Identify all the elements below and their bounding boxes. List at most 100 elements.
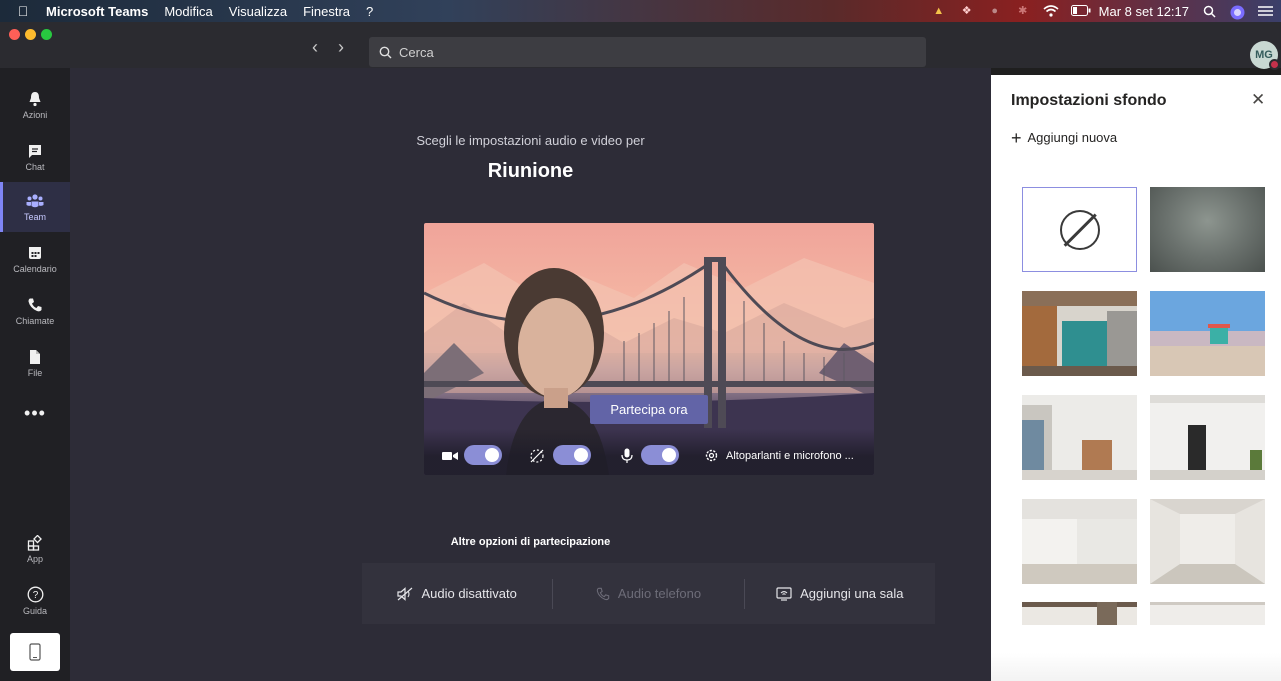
back-arrow-icon[interactable]: ‹	[312, 38, 318, 56]
rail-item-chat[interactable]: Chat	[0, 132, 70, 182]
rail-label: File	[27, 367, 43, 378]
menu-bar-tray: ▲ ❖ ● ✱ Mar 8 set 12:17	[931, 0, 1273, 22]
speaker-off-icon	[397, 586, 413, 601]
presence-status-icon	[1269, 59, 1280, 70]
room-1-thumbnail	[1022, 395, 1137, 480]
background-room-4-option[interactable]	[1150, 499, 1265, 584]
rail-more-button[interactable]: •••	[0, 393, 70, 433]
microphone-icon	[621, 448, 633, 463]
chat-icon	[29, 144, 41, 158]
wifi-icon[interactable]	[1043, 5, 1059, 17]
join-now-button[interactable]: Partecipa ora	[590, 395, 708, 424]
rail-label: Calendario	[13, 263, 57, 274]
background-beach-option[interactable]	[1150, 291, 1265, 376]
window-close-button[interactable]	[9, 29, 20, 40]
menu-app-name[interactable]: Microsoft Teams	[46, 4, 148, 19]
calendar-icon	[29, 246, 41, 259]
rail-label: Team	[23, 211, 46, 222]
rail-item-team[interactable]: Team	[0, 182, 70, 232]
meeting-title: Riunione	[487, 160, 574, 182]
phone-icon	[28, 298, 42, 311]
bell-icon	[29, 91, 41, 106]
panel-title: Impostazioni sfondo	[1011, 92, 1167, 109]
microphone-toggle[interactable]	[641, 445, 679, 465]
gear-icon	[705, 449, 718, 462]
pre-join-subtitle: Scegli le impostazioni audio e video per	[416, 133, 645, 148]
menu-help[interactable]: ?	[366, 4, 373, 19]
background-room-1-option[interactable]	[1022, 395, 1137, 480]
background-office-option[interactable]	[1022, 291, 1137, 376]
user-avatar[interactable]: MG	[1250, 41, 1280, 70]
mobile-device-button[interactable]	[10, 633, 60, 671]
menu-visualizza[interactable]: Visualizza	[229, 4, 287, 19]
phone-icon	[596, 587, 610, 600]
control-center-icon[interactable]	[1257, 5, 1273, 17]
rail-label: Guida	[22, 606, 48, 616]
help-icon: ?	[27, 586, 43, 603]
background-room-6-option[interactable]	[1150, 602, 1265, 625]
add-new-background-button[interactable]: + Aggiungi nuova	[1011, 127, 1118, 148]
audio-off-option[interactable]: Audio disattivato	[362, 579, 552, 609]
pre-join-screen: Scegli le impostazioni audio e video per…	[70, 68, 991, 681]
rail-item-file[interactable]: File	[0, 338, 70, 388]
forward-arrow-icon[interactable]: ›	[338, 38, 344, 56]
phone-audio-label: Audio telefono	[617, 586, 702, 601]
rail-label: Chiamate	[15, 315, 55, 326]
room-4-thumbnail	[1150, 499, 1265, 584]
rail-item-guida[interactable]: ? Guida	[0, 576, 70, 626]
audio-off-label: Audio disattivato	[421, 586, 517, 601]
panel-footer	[991, 653, 1281, 681]
rail-item-azioni[interactable]: Azioni	[0, 80, 70, 130]
svg-text:?: ?	[32, 590, 38, 601]
rail-item-calendario[interactable]: Calendario	[0, 234, 70, 284]
rail-label: Azioni	[22, 109, 48, 120]
bluetooth-icon[interactable]: ✱	[1015, 5, 1031, 17]
background-blur-icon	[530, 449, 544, 463]
close-icon[interactable]: ✕	[1251, 90, 1265, 110]
background-none-option[interactable]	[1022, 187, 1137, 272]
menu-modifica[interactable]: Modifica	[164, 4, 212, 19]
teams-icon	[26, 193, 44, 207]
plus-icon: +	[1011, 127, 1022, 148]
sun-app-icon[interactable]: ▲	[931, 5, 947, 17]
background-effects-toggle[interactable]	[553, 445, 591, 465]
rail-item-chiamate[interactable]: Chiamate	[0, 286, 70, 336]
macos-menu-bar:  Microsoft Teams Modifica Visualizza Fi…	[0, 0, 1281, 22]
room-6-thumbnail	[1150, 602, 1265, 625]
camera-icon	[442, 452, 458, 460]
background-settings-panel: Impostazioni sfondo ✕ + Aggiungi nuova	[991, 75, 1281, 681]
teams-title-bar: ‹ › Cerca MG	[0, 22, 1281, 70]
beach-thumbnail	[1150, 291, 1265, 376]
room-3-thumbnail	[1022, 499, 1137, 584]
window-minimize-button[interactable]	[25, 29, 36, 40]
other-join-options-bar: Audio disattivato Audio telefono Aggiung…	[362, 563, 935, 624]
mobile-phone-icon	[29, 643, 41, 661]
office-thumbnail	[1022, 291, 1137, 376]
window-zoom-button[interactable]	[41, 29, 52, 40]
add-room-option[interactable]: Aggiungi una sala	[743, 578, 935, 609]
background-room-3-option[interactable]	[1022, 499, 1137, 584]
eye-icon[interactable]: ●	[987, 5, 1003, 17]
camera-toggle[interactable]	[464, 445, 502, 465]
rail-label: Chat	[25, 161, 45, 172]
cast-icon	[776, 586, 792, 601]
background-room-5-option[interactable]	[1022, 602, 1137, 625]
apps-icon	[27, 534, 42, 551]
spotlight-search-icon[interactable]	[1201, 5, 1217, 18]
phone-audio-option: Audio telefono	[552, 578, 743, 609]
menu-bar-clock[interactable]: Mar 8 set 12:17	[1099, 4, 1189, 19]
menu-finestra[interactable]: Finestra	[303, 4, 350, 19]
apple-logo-icon[interactable]: 	[14, 3, 32, 19]
search-input[interactable]: Cerca	[369, 37, 926, 67]
dropbox-icon[interactable]: ❖	[959, 5, 975, 17]
siri-icon[interactable]	[1229, 5, 1245, 20]
room-5-thumbnail	[1022, 602, 1137, 625]
add-new-label: Aggiungi nuova	[1027, 130, 1118, 145]
video-preview: Partecipa ora Altoparlanti e microfono .…	[424, 223, 874, 475]
background-room-2-option[interactable]	[1150, 395, 1265, 480]
background-blur-option[interactable]	[1150, 187, 1265, 272]
app-rail: Azioni Chat Team Calendario Chiamate Fil…	[0, 68, 70, 681]
rail-item-app[interactable]: App	[0, 524, 70, 574]
device-settings-link[interactable]: Altoparlanti e microfono ...	[726, 450, 854, 462]
battery-icon[interactable]	[1070, 5, 1091, 17]
